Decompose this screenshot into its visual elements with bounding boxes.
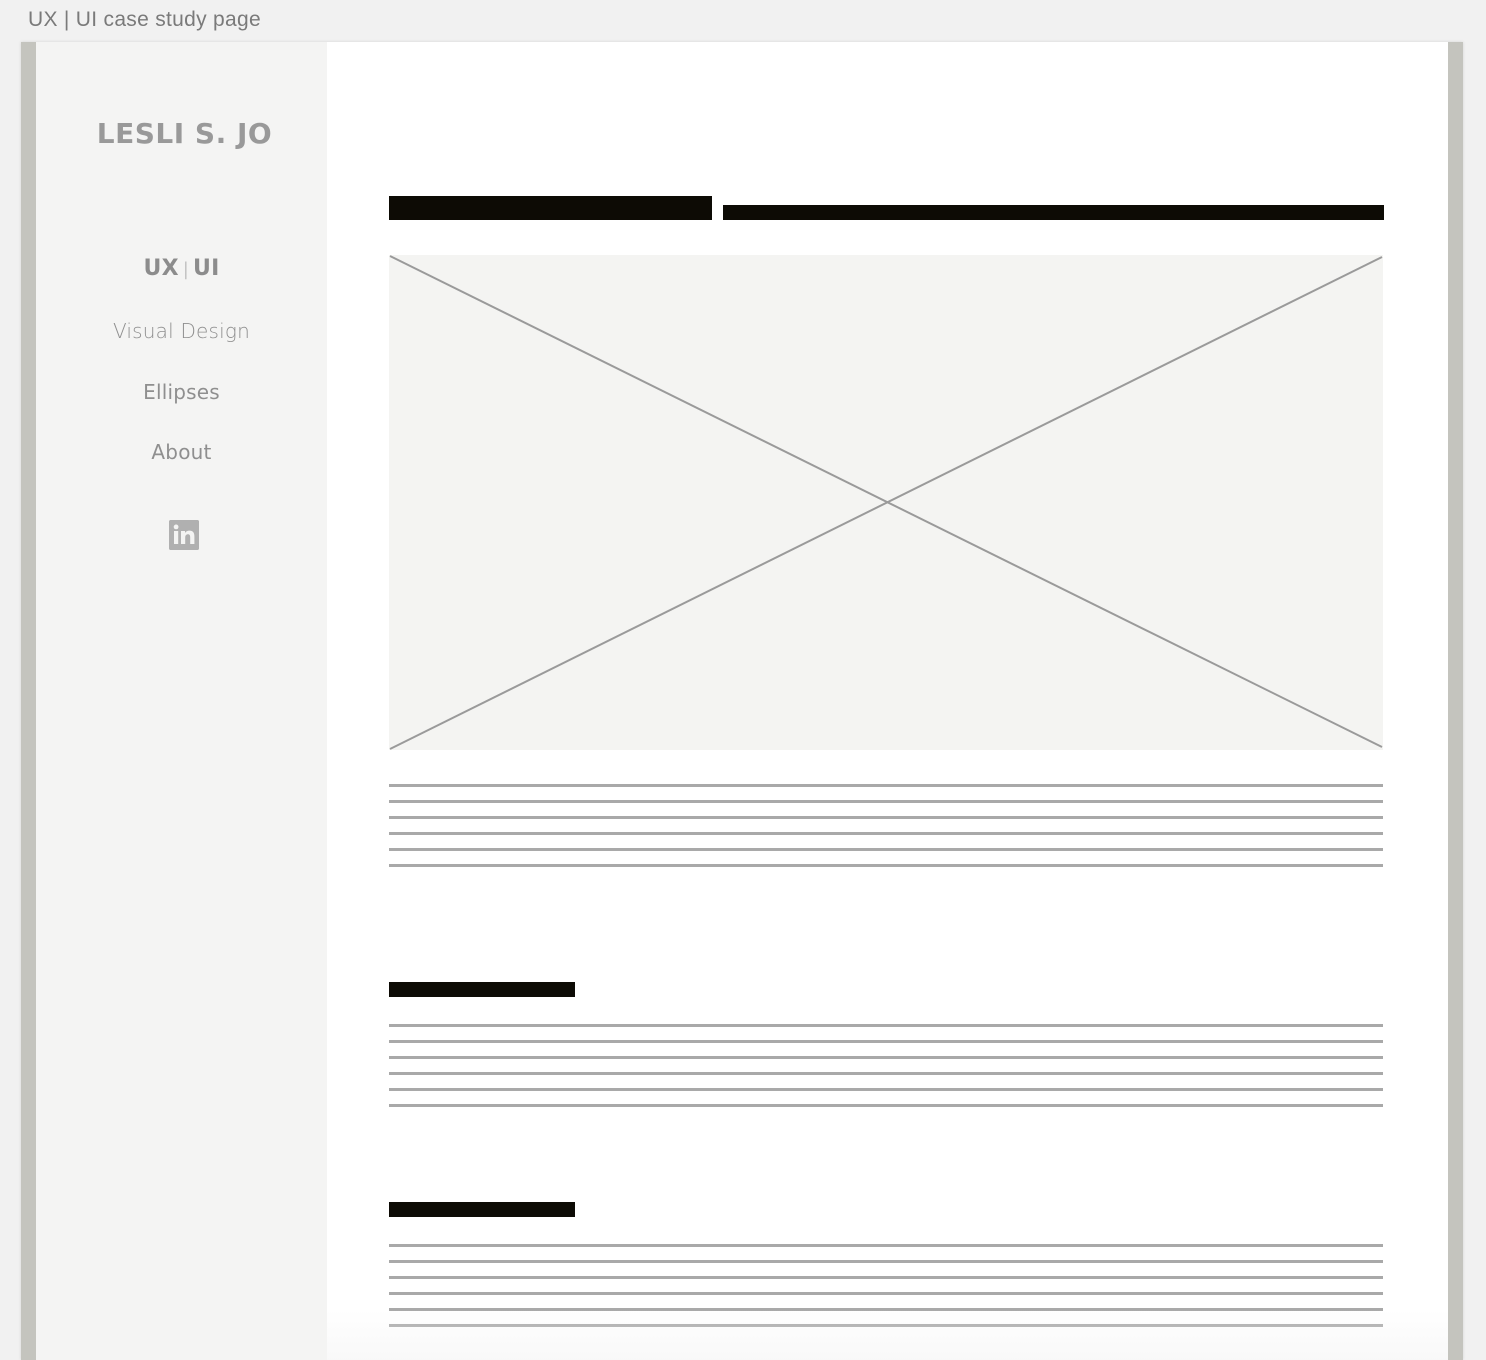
nav-item-visual-design[interactable]: Visual Design bbox=[36, 319, 327, 343]
linkedin-icon[interactable] bbox=[169, 520, 199, 550]
text-line bbox=[389, 1244, 1383, 1247]
section-2-heading-placeholder bbox=[389, 1202, 575, 1217]
text-line bbox=[389, 1040, 1383, 1043]
nav-active-separator: | bbox=[182, 259, 190, 280]
nav-item-ux-ui[interactable]: UX | UI bbox=[36, 256, 327, 281]
frame-label: UX | UI case study page bbox=[28, 8, 261, 31]
text-line bbox=[389, 1276, 1383, 1279]
text-line bbox=[389, 1072, 1383, 1075]
nav-active-right: UI bbox=[193, 256, 220, 281]
section-1-heading-placeholder bbox=[389, 982, 575, 997]
title-placeholder-primary bbox=[389, 196, 712, 220]
hero-image-placeholder bbox=[389, 255, 1383, 750]
text-line bbox=[389, 784, 1383, 787]
text-line bbox=[389, 864, 1383, 867]
nav-item-ellipses[interactable]: Ellipses bbox=[36, 380, 327, 404]
nav-active-left: UX bbox=[143, 256, 179, 281]
text-line bbox=[389, 1292, 1383, 1295]
section-1-paragraph bbox=[389, 1024, 1383, 1120]
text-line bbox=[389, 800, 1383, 803]
text-line bbox=[389, 816, 1383, 819]
text-line bbox=[389, 848, 1383, 851]
text-line bbox=[389, 1088, 1383, 1091]
artboard-frame: LESLI S. JO UX | UI Visual Design Ellipses… bbox=[21, 42, 1463, 1360]
linkedin-icon-glyph bbox=[169, 520, 199, 550]
main-content bbox=[327, 42, 1448, 1360]
site-logo[interactable]: LESLI S. JO bbox=[39, 117, 330, 150]
nav-item-about[interactable]: About bbox=[36, 440, 327, 464]
text-line bbox=[389, 832, 1383, 835]
bottom-fade bbox=[327, 1310, 1448, 1360]
text-line bbox=[389, 1024, 1383, 1027]
text-line bbox=[389, 1260, 1383, 1263]
text-line bbox=[389, 1056, 1383, 1059]
intro-paragraph bbox=[389, 784, 1383, 880]
title-placeholder-secondary bbox=[723, 205, 1384, 220]
sidebar: LESLI S. JO UX | UI Visual Design Ellipses… bbox=[36, 42, 327, 1360]
text-line bbox=[389, 1104, 1383, 1107]
image-placeholder-cross bbox=[389, 255, 1383, 750]
